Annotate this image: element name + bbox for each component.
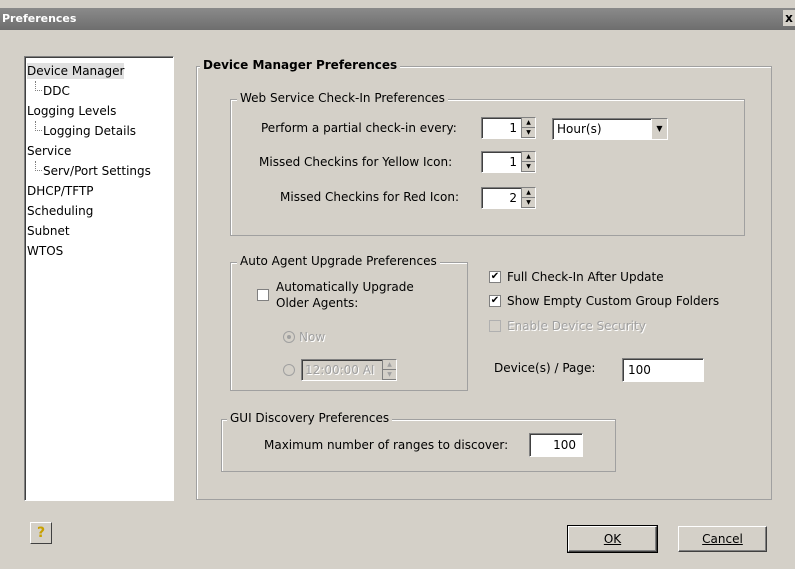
- full-checkin-label: Full Check-In After Update: [507, 270, 664, 284]
- spin-down-icon[interactable]: ▼: [522, 128, 535, 138]
- spin-up-icon[interactable]: ▲: [522, 152, 535, 162]
- spin-down-icon[interactable]: ▼: [383, 370, 396, 380]
- ok-button-label: OK: [603, 532, 622, 546]
- red-icon-label: Missed Checkins for Red Icon:: [280, 190, 459, 204]
- tree-item-service[interactable]: Service: [27, 143, 71, 159]
- red-icon-value: 2: [509, 191, 517, 205]
- enable-device-security-label: Enable Device Security: [507, 319, 646, 333]
- spin-down-icon[interactable]: ▼: [522, 162, 535, 172]
- devices-per-page-label: Device(s) / Page:: [494, 361, 596, 375]
- auto-agent-group-title: Auto Agent Upgrade Preferences: [237, 254, 440, 268]
- max-ranges-input[interactable]: 100: [529, 433, 583, 457]
- tree-item-subnet[interactable]: Subnet: [27, 223, 70, 239]
- auto-upgrade-checkbox[interactable]: [257, 289, 269, 301]
- cancel-button-label: Cancel: [702, 532, 743, 546]
- help-icon[interactable]: ?: [30, 522, 52, 544]
- partial-checkin-label: Perform a partial check-in every:: [261, 121, 457, 135]
- web-service-group-title: Web Service Check-In Preferences: [237, 91, 448, 105]
- yellow-icon-value: 1: [509, 155, 517, 169]
- device-manager-preferences-heading: Device Manager Preferences: [200, 58, 401, 72]
- tree-item-dhcp-tftp[interactable]: DHCP/TFTP: [27, 183, 94, 199]
- ok-button[interactable]: OK: [567, 525, 658, 553]
- spin-up-icon[interactable]: ▲: [522, 188, 535, 198]
- interval-unit-value: Hour(s): [557, 122, 602, 136]
- tree-item-scheduling[interactable]: Scheduling: [27, 203, 93, 219]
- devices-per-page-input[interactable]: 100: [622, 358, 704, 382]
- tree-item-logging-details[interactable]: Logging Details: [43, 123, 136, 139]
- red-icon-spinner[interactable]: 2 ▲ ▼: [481, 187, 536, 209]
- full-checkin-checkbox[interactable]: ✔: [489, 271, 501, 283]
- time-radio[interactable]: [283, 364, 295, 376]
- interval-unit-select[interactable]: Hour(s) ▼: [552, 118, 668, 140]
- now-radio[interactable]: [283, 331, 295, 343]
- tree-item-wtos[interactable]: WTOS: [27, 243, 63, 259]
- now-label: Now: [299, 330, 326, 344]
- show-empty-folders-label: Show Empty Custom Group Folders: [507, 294, 720, 308]
- devices-per-page-value: 100: [628, 363, 651, 377]
- auto-upgrade-label-line2: Older Agents:: [276, 296, 359, 310]
- window-title: Preferences: [2, 12, 77, 25]
- auto-upgrade-label-line1: Automatically Upgrade: [276, 280, 414, 294]
- tree-branch-line: [35, 121, 42, 131]
- spin-down-icon[interactable]: ▼: [522, 198, 535, 208]
- show-empty-folders-checkbox[interactable]: ✔: [489, 295, 501, 307]
- tree-item-serv-port-settings[interactable]: Serv/Port Settings: [43, 163, 151, 179]
- chevron-down-icon[interactable]: ▼: [651, 119, 667, 139]
- spin-up-icon[interactable]: ▲: [383, 360, 396, 370]
- title-bar: Preferences x: [0, 8, 795, 30]
- close-icon[interactable]: x: [783, 10, 795, 26]
- partial-checkin-value: 1: [509, 121, 517, 135]
- preferences-tree[interactable]: Device Manager DDC Logging Levels Loggin…: [24, 56, 174, 501]
- gui-discovery-group-title: GUI Discovery Preferences: [227, 411, 393, 425]
- tree-item-device-manager[interactable]: Device Manager: [27, 63, 125, 79]
- cancel-button[interactable]: Cancel: [678, 526, 767, 552]
- yellow-icon-spinner[interactable]: 1 ▲ ▼: [481, 151, 536, 173]
- tree-branch-line: [35, 161, 42, 171]
- tree-item-logging-levels[interactable]: Logging Levels: [27, 103, 116, 119]
- max-ranges-label: Maximum number of ranges to discover:: [264, 438, 509, 452]
- tree-branch-line: [35, 81, 42, 91]
- max-ranges-value: 100: [553, 438, 576, 452]
- enable-device-security-checkbox[interactable]: [489, 320, 501, 332]
- tree-item-ddc[interactable]: DDC: [43, 83, 70, 99]
- time-spinner[interactable]: 12:00:00 AI ▲ ▼: [301, 359, 397, 381]
- spin-up-icon[interactable]: ▲: [522, 118, 535, 128]
- yellow-icon-label: Missed Checkins for Yellow Icon:: [259, 155, 453, 169]
- time-value: 12:00:00 AI: [305, 363, 375, 377]
- partial-checkin-spinner[interactable]: 1 ▲ ▼: [481, 117, 536, 139]
